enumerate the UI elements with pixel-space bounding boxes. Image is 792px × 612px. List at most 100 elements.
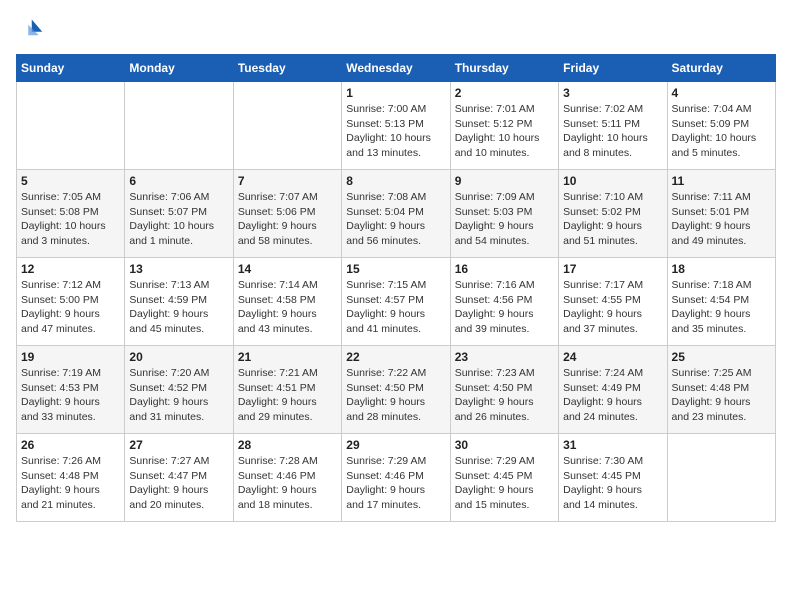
calendar-cell: 29 Sunrise: 7:29 AMSunset: 4:46 PMDayligh…: [342, 434, 450, 522]
calendar-cell: 18 Sunrise: 7:18 AMSunset: 4:54 PMDayligh…: [667, 258, 775, 346]
day-number: 25: [672, 350, 771, 364]
day-number: 29: [346, 438, 445, 452]
calendar-cell: 21 Sunrise: 7:21 AMSunset: 4:51 PMDayligh…: [233, 346, 341, 434]
day-info: Sunrise: 7:29 AMSunset: 4:46 PMDaylight:…: [346, 454, 445, 513]
day-number: 15: [346, 262, 445, 276]
calendar-week-row: 12 Sunrise: 7:12 AMSunset: 5:00 PMDayligh…: [17, 258, 776, 346]
day-info: Sunrise: 7:30 AMSunset: 4:45 PMDaylight:…: [563, 454, 662, 513]
day-number: 4: [672, 86, 771, 100]
calendar-table: SundayMondayTuesdayWednesdayThursdayFrid…: [16, 54, 776, 522]
day-number: 24: [563, 350, 662, 364]
weekday-header-friday: Friday: [559, 55, 667, 82]
calendar-cell: 19 Sunrise: 7:19 AMSunset: 4:53 PMDayligh…: [17, 346, 125, 434]
weekday-header-saturday: Saturday: [667, 55, 775, 82]
day-number: 26: [21, 438, 120, 452]
calendar-cell: 7 Sunrise: 7:07 AMSunset: 5:06 PMDaylight…: [233, 170, 341, 258]
calendar-cell: 17 Sunrise: 7:17 AMSunset: 4:55 PMDayligh…: [559, 258, 667, 346]
day-number: 11: [672, 174, 771, 188]
calendar-week-row: 1 Sunrise: 7:00 AMSunset: 5:13 PMDaylight…: [17, 82, 776, 170]
day-number: 3: [563, 86, 662, 100]
calendar-cell: 31 Sunrise: 7:30 AMSunset: 4:45 PMDayligh…: [559, 434, 667, 522]
day-number: 19: [21, 350, 120, 364]
day-number: 10: [563, 174, 662, 188]
day-info: Sunrise: 7:06 AMSunset: 5:07 PMDaylight:…: [129, 190, 228, 249]
weekday-header-sunday: Sunday: [17, 55, 125, 82]
calendar-cell: 1 Sunrise: 7:00 AMSunset: 5:13 PMDaylight…: [342, 82, 450, 170]
calendar-cell: 9Sunrise: 7:09 AMSunset: 5:03 PMDaylight…: [450, 170, 558, 258]
calendar-cell: 26 Sunrise: 7:26 AMSunset: 4:48 PMDayligh…: [17, 434, 125, 522]
calendar-cell: 22Sunrise: 7:22 AMSunset: 4:50 PMDayligh…: [342, 346, 450, 434]
day-number: 30: [455, 438, 554, 452]
weekday-header-thursday: Thursday: [450, 55, 558, 82]
day-info: Sunrise: 7:14 AMSunset: 4:58 PMDaylight:…: [238, 278, 337, 337]
day-number: 12: [21, 262, 120, 276]
day-info: Sunrise: 7:19 AMSunset: 4:53 PMDaylight:…: [21, 366, 120, 425]
day-number: 21: [238, 350, 337, 364]
logo-icon: [16, 16, 44, 44]
day-number: 13: [129, 262, 228, 276]
calendar-cell: 15 Sunrise: 7:15 AMSunset: 4:57 PMDayligh…: [342, 258, 450, 346]
day-number: 20: [129, 350, 228, 364]
day-info: Sunrise: 7:18 AMSunset: 4:54 PMDaylight:…: [672, 278, 771, 337]
calendar-cell: 3Sunrise: 7:02 AMSunset: 5:11 PMDaylight…: [559, 82, 667, 170]
calendar-cell: 16 Sunrise: 7:16 AMSunset: 4:56 PMDayligh…: [450, 258, 558, 346]
calendar-week-row: 26 Sunrise: 7:26 AMSunset: 4:48 PMDayligh…: [17, 434, 776, 522]
day-number: 23: [455, 350, 554, 364]
calendar-cell: 27 Sunrise: 7:27 AMSunset: 4:47 PMDayligh…: [125, 434, 233, 522]
day-number: 1: [346, 86, 445, 100]
day-number: 6: [129, 174, 228, 188]
day-info: Sunrise: 7:05 AMSunset: 5:08 PMDaylight:…: [21, 190, 120, 249]
day-info: Sunrise: 7:29 AMSunset: 4:45 PMDaylight:…: [455, 454, 554, 513]
calendar-cell: 30 Sunrise: 7:29 AMSunset: 4:45 PMDayligh…: [450, 434, 558, 522]
day-number: 18: [672, 262, 771, 276]
calendar-cell: 20 Sunrise: 7:20 AMSunset: 4:52 PMDayligh…: [125, 346, 233, 434]
day-number: 8: [346, 174, 445, 188]
calendar-cell: [233, 82, 341, 170]
calendar-cell: 4 Sunrise: 7:04 AMSunset: 5:09 PMDaylight…: [667, 82, 775, 170]
calendar-cell: 6 Sunrise: 7:06 AMSunset: 5:07 PMDaylight…: [125, 170, 233, 258]
day-info: Sunrise: 7:15 AMSunset: 4:57 PMDaylight:…: [346, 278, 445, 337]
calendar-cell: 23Sunrise: 7:23 AMSunset: 4:50 PMDayligh…: [450, 346, 558, 434]
page-header: [16, 16, 776, 44]
day-info: Sunrise: 7:07 AMSunset: 5:06 PMDaylight:…: [238, 190, 337, 249]
day-number: 17: [563, 262, 662, 276]
day-info: Sunrise: 7:13 AMSunset: 4:59 PMDaylight:…: [129, 278, 228, 337]
day-info: Sunrise: 7:25 AMSunset: 4:48 PMDaylight:…: [672, 366, 771, 425]
calendar-cell: 28 Sunrise: 7:28 AMSunset: 4:46 PMDayligh…: [233, 434, 341, 522]
weekday-header-monday: Monday: [125, 55, 233, 82]
calendar-header-row: SundayMondayTuesdayWednesdayThursdayFrid…: [17, 55, 776, 82]
day-info: Sunrise: 7:09 AMSunset: 5:03 PMDaylight:…: [455, 190, 554, 249]
day-info: Sunrise: 7:28 AMSunset: 4:46 PMDaylight:…: [238, 454, 337, 513]
calendar-cell: [667, 434, 775, 522]
calendar-cell: 5 Sunrise: 7:05 AMSunset: 5:08 PMDaylight…: [17, 170, 125, 258]
day-info: Sunrise: 7:21 AMSunset: 4:51 PMDaylight:…: [238, 366, 337, 425]
calendar-week-row: 19 Sunrise: 7:19 AMSunset: 4:53 PMDayligh…: [17, 346, 776, 434]
day-info: Sunrise: 7:22 AMSunset: 4:50 PMDaylight:…: [346, 366, 445, 425]
day-info: Sunrise: 7:27 AMSunset: 4:47 PMDaylight:…: [129, 454, 228, 513]
day-info: Sunrise: 7:24 AMSunset: 4:49 PMDaylight:…: [563, 366, 662, 425]
day-info: Sunrise: 7:17 AMSunset: 4:55 PMDaylight:…: [563, 278, 662, 337]
day-number: 16: [455, 262, 554, 276]
calendar-cell: 14 Sunrise: 7:14 AMSunset: 4:58 PMDayligh…: [233, 258, 341, 346]
day-info: Sunrise: 7:00 AMSunset: 5:13 PMDaylight:…: [346, 102, 445, 161]
day-info: Sunrise: 7:26 AMSunset: 4:48 PMDaylight:…: [21, 454, 120, 513]
logo: [16, 16, 48, 44]
day-info: Sunrise: 7:20 AMSunset: 4:52 PMDaylight:…: [129, 366, 228, 425]
day-info: Sunrise: 7:10 AMSunset: 5:02 PMDaylight:…: [563, 190, 662, 249]
day-info: Sunrise: 7:16 AMSunset: 4:56 PMDaylight:…: [455, 278, 554, 337]
day-number: 31: [563, 438, 662, 452]
calendar-cell: [17, 82, 125, 170]
day-number: 28: [238, 438, 337, 452]
calendar-cell: [125, 82, 233, 170]
day-number: 27: [129, 438, 228, 452]
day-number: 7: [238, 174, 337, 188]
day-number: 14: [238, 262, 337, 276]
calendar-cell: 8 Sunrise: 7:08 AMSunset: 5:04 PMDaylight…: [342, 170, 450, 258]
day-number: 5: [21, 174, 120, 188]
day-info: Sunrise: 7:12 AMSunset: 5:00 PMDaylight:…: [21, 278, 120, 337]
day-info: Sunrise: 7:04 AMSunset: 5:09 PMDaylight:…: [672, 102, 771, 161]
calendar-week-row: 5 Sunrise: 7:05 AMSunset: 5:08 PMDaylight…: [17, 170, 776, 258]
day-info: Sunrise: 7:08 AMSunset: 5:04 PMDaylight:…: [346, 190, 445, 249]
calendar-cell: 10 Sunrise: 7:10 AMSunset: 5:02 PMDayligh…: [559, 170, 667, 258]
weekday-header-wednesday: Wednesday: [342, 55, 450, 82]
